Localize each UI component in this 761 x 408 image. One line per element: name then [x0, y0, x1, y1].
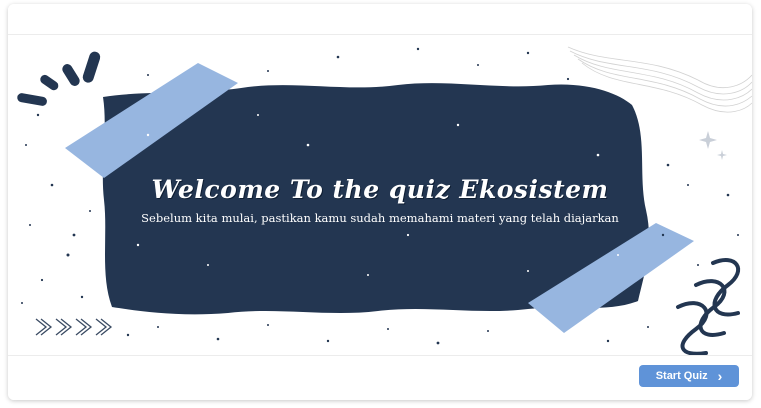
welcome-slide: Welcome To the quiz Ekosistem Sebelum ki… — [8, 35, 752, 355]
sparkle-icon — [699, 131, 727, 160]
leaf-strokes-icon — [17, 51, 101, 106]
welcome-heading: Welcome To the quiz Ekosistem Sebelum ki… — [98, 175, 662, 225]
header-bar — [8, 4, 752, 35]
slide-subtitle: Sebelum kita mulai, pastikan kamu sudah … — [141, 211, 619, 225]
slide-title: Welcome To the quiz Ekosistem — [151, 175, 609, 204]
start-quiz-button[interactable]: Start Quiz › — [639, 365, 739, 387]
start-quiz-label: Start Quiz — [655, 370, 708, 382]
wavy-lines-icon — [676, 258, 741, 355]
footer-bar: Start Quiz › — [8, 355, 752, 400]
quiz-card: Welcome To the quiz Ekosistem Sebelum ki… — [8, 4, 752, 400]
chevron-arrows-icon — [35, 318, 113, 336]
chevron-right-icon: › — [717, 367, 723, 384]
